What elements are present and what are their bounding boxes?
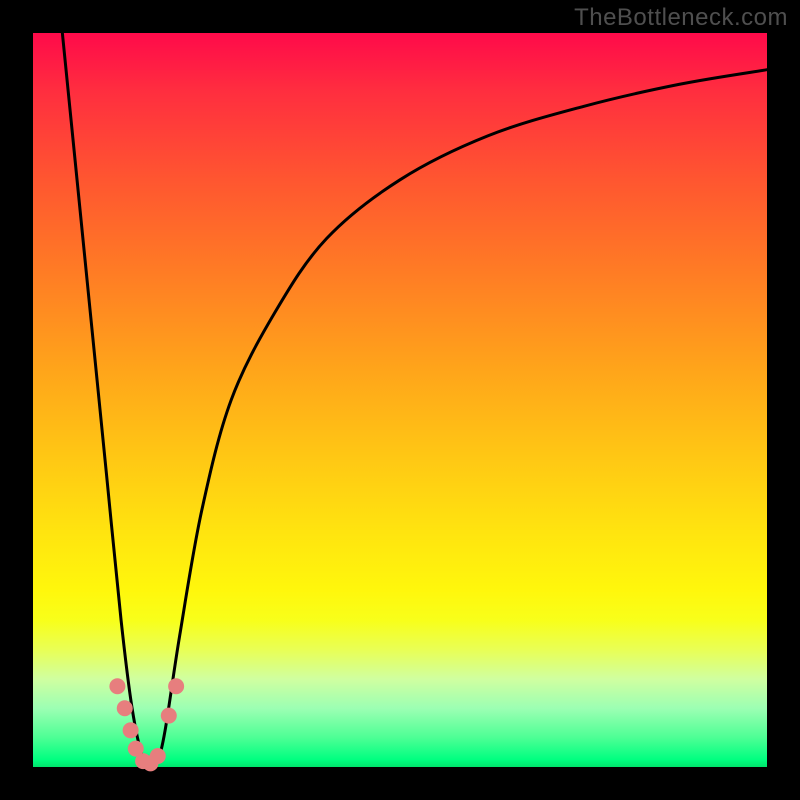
- chart-frame: TheBottleneck.com: [0, 0, 800, 800]
- bottleneck-curve: [62, 33, 767, 767]
- watermark-text: TheBottleneck.com: [574, 4, 788, 32]
- marker-group: [109, 678, 184, 771]
- marker-dot: [150, 748, 166, 764]
- plot-area: [33, 33, 767, 767]
- marker-dot: [109, 678, 125, 694]
- marker-dot: [117, 700, 133, 716]
- marker-dot: [168, 678, 184, 694]
- marker-dot: [123, 722, 139, 738]
- curve-layer: [33, 33, 767, 767]
- marker-dot: [161, 708, 177, 724]
